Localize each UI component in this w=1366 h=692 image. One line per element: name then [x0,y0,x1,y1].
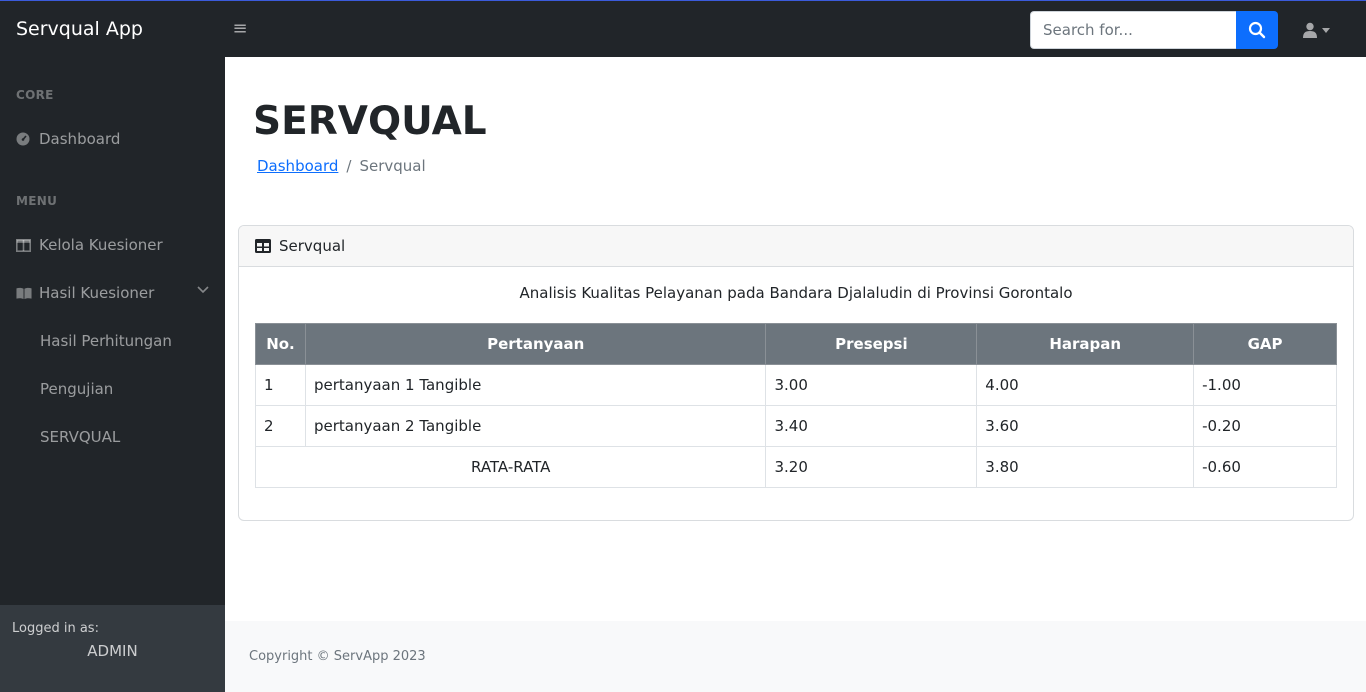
sidebar-toggle-icon[interactable]: ≡ [229,18,251,40]
table-row: 2 pertanyaan 2 Tangible 3.40 3.60 -0.20 [255,405,1337,447]
column-header: Presepsi [765,323,978,365]
user-icon [1303,22,1317,38]
cell-presepsi: 3.40 [765,405,978,447]
column-header: Pertanyaan [304,323,767,365]
search-form [1030,11,1278,49]
cell-presepsi: 3.20 [765,446,978,488]
search-icon [1248,21,1266,39]
servqual-table: No. Pertanyaan Presepsi Harapan GAP 1 pe… [254,323,1337,488]
cell-harapan: 3.80 [976,446,1195,488]
sidebar-footer: Logged in as: ADMIN [0,605,225,692]
sidebar-item-dashboard[interactable]: Dashboard [0,122,225,156]
user-menu[interactable] [1302,19,1336,41]
card-title: Servqual [279,237,346,255]
column-header: Harapan [976,323,1195,365]
cell-no: 2 [255,405,306,447]
cell-harapan: 3.60 [976,405,1195,447]
main-content: SERVQUAL Dashboard / Servqual Servqual A… [225,57,1366,692]
logged-in-user: ADMIN [87,642,138,660]
sidebar-item-pengujian[interactable]: Pengujian [0,372,225,406]
cell-pertanyaan: pertanyaan 2 Tangible [304,405,767,447]
breadcrumb-link-dashboard[interactable]: Dashboard [257,157,338,175]
cell-gap: -0.60 [1193,446,1337,488]
cell-gap: -1.00 [1193,364,1337,406]
tachometer-icon [16,132,32,146]
cell-no: 1 [255,364,306,406]
cell-gap: -0.20 [1193,405,1337,447]
logged-in-label: Logged in as: [12,621,99,636]
servqual-card: Servqual Analisis Kualitas Pelayanan pad… [238,225,1354,521]
column-header: GAP [1193,323,1337,365]
sidebar-item-servqual[interactable]: SERVQUAL [0,420,225,454]
page-title: SERVQUAL [253,99,487,144]
columns-icon [16,238,32,252]
brand[interactable]: Servqual App [16,18,143,40]
sidebar: CORE Dashboard MENU Kelola Kuesioner Has… [0,57,225,692]
table-row: 1 pertanyaan 1 Tangible 3.00 4.00 -1.00 [255,364,1337,406]
breadcrumb-current: Servqual [359,157,426,175]
sidebar-item-kelola-kuesioner[interactable]: Kelola Kuesioner [0,228,225,262]
breadcrumb-separator: / [346,157,352,175]
chevron-down-icon [197,286,209,294]
caret-down-icon [1322,27,1330,33]
sidebar-heading-menu: MENU [16,194,58,208]
copyright-text: Copyright © ServApp 2023 [249,649,426,664]
sidebar-heading-core: CORE [16,88,54,102]
top-navbar: Servqual App ≡ [0,0,1366,57]
table-caption: Analisis Kualitas Pelayanan pada Bandara… [519,284,1073,302]
table-header-row: No. Pertanyaan Presepsi Harapan GAP [255,323,1337,365]
sidebar-item-hasil-kuesioner[interactable]: Hasil Kuesioner [0,276,225,310]
summary-row: RATA-RATA 3.20 3.80 -0.60 [254,446,1337,488]
sidebar-item-label: Kelola Kuesioner [39,236,163,254]
table-icon [255,239,271,253]
sidebar-item-label: Hasil Kuesioner [39,284,155,302]
search-input[interactable] [1030,11,1236,49]
sidebar-item-label: Dashboard [39,130,121,148]
breadcrumb: Dashboard / Servqual [257,157,426,175]
search-button[interactable] [1236,11,1278,49]
cell-harapan: 4.00 [976,364,1195,406]
cell-presepsi: 3.00 [765,364,978,406]
cell-summary-label: RATA-RATA [254,446,767,488]
book-open-icon [16,287,32,300]
column-header: No. [255,323,306,365]
cell-pertanyaan: pertanyaan 1 Tangible [304,364,767,406]
footer: Copyright © ServApp 2023 [225,621,1366,692]
sidebar-item-hasil-perhitungan[interactable]: Hasil Perhitungan [0,324,225,358]
card-header: Servqual [239,226,1353,267]
